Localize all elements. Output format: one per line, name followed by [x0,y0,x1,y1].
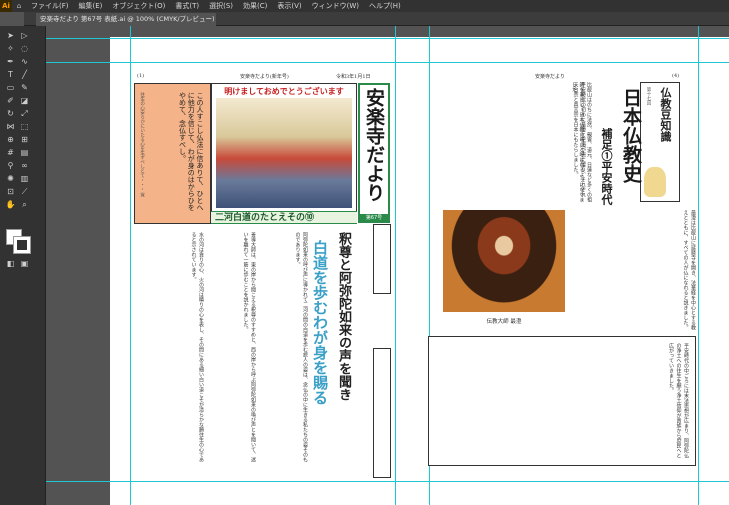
slice-tool-icon[interactable]: ⟋ [19,186,30,197]
illustrator-window: Ai ⌂ ファイル(F) 編集(E) オブジェクト(O) 書式(T) 選択(S)… [0,0,729,505]
buddhism-trivia-box[interactable]: 仏教豆知識 第十七回 [640,82,680,202]
two-rivers-painting [216,98,352,208]
menu-help[interactable]: ヘルプ(H) [364,1,406,11]
tools-panel: ➤ ▷ ✧ ◌ ✒ ∿ T ╱ ▭ ✎ ✐ ◪ ↻ ⤢ ⋈ ⬚ ⊕ ⊞ # ▤ … [0,26,46,505]
menu-bar: Ai ⌂ ファイル(F) 編集(E) オブジェクト(O) 書式(T) 選択(S)… [0,0,729,12]
section-banner: 二河白道のたとえその⑩ [211,211,357,224]
shaper-tool-icon[interactable]: ✐ [5,95,16,106]
member-box [373,348,391,478]
history-title: 日本仏教史 [620,88,642,183]
selection-tool-icon[interactable]: ➤ [5,30,16,41]
trivia-title: 仏教豆知識 [659,87,672,142]
curvature-tool-icon[interactable]: ∿ [19,56,30,67]
left-page-number: (1) [137,73,145,79]
guide-line [698,26,699,505]
width-tool-icon[interactable]: ⋈ [5,121,16,132]
masthead-box[interactable]: 安楽寺だより 第67号 [358,83,390,223]
quote-box[interactable]: この人すこし仏法に信ありて、ひとへに他力を信じて、わが身のはからひをやめて、念仏… [134,83,211,224]
screen-mode-icon[interactable]: ▣ [19,258,30,269]
zoom-tool-icon[interactable]: ⌕ [19,199,30,210]
portrait-caption: 伝教大師 最澄 [486,319,522,325]
shape-builder-tool-icon[interactable]: ⊕ [5,134,16,145]
eyedropper-tool-icon[interactable]: ⚲ [5,160,16,171]
menu-file[interactable]: ファイル(F) [26,1,74,11]
paintbrush-tool-icon[interactable]: ✎ [19,82,30,93]
left-body-column: 水の河は貪りの心、火の河は瞋りの心を表し、その間にある細い白い道こそが清らかな願… [190,232,205,462]
draw-normal-icon[interactable]: ◧ [5,258,16,269]
menu-edit[interactable]: 編集(E) [74,1,108,11]
right-body-column: 最澄は比叡山に延暦寺を開き、法華経を中心とする教えとともに、すべての人が仏になれ… [682,210,697,330]
guide-line [46,38,729,39]
eraser-tool-icon[interactable]: ◪ [19,95,30,106]
blend-tool-icon[interactable]: ∞ [19,160,30,171]
right-body-column: 比叡山はのちに法然、親鸞、道元、日蓮など多くの祖師を輩出し、日本仏教の母山と呼ば… [571,82,592,202]
hand-tool-icon[interactable]: ✋ [5,199,16,210]
bottom-article-box[interactable]: 平安時代の中ごろには末法思想が広まり、阿弥陀仏の浄土への往生を願う浄土信仰が貴族… [428,336,696,466]
perspective-grid-tool-icon[interactable]: ⊞ [19,134,30,145]
new-year-title: 明けましておめでとうございます [224,86,344,96]
scale-tool-icon[interactable]: ⤢ [19,108,30,119]
rectangle-tool-icon[interactable]: ▭ [5,82,16,93]
document-tab-bar: 安楽寺だより 第67号 表紙.ai @ 100% (CMYK/プレビュー) [24,12,729,26]
left-header-title: 安楽寺だより(新年号) [240,74,289,80]
headline-secondary: 白道を歩むわが身を賜る [311,240,329,405]
artboard-tool-icon[interactable]: ⊡ [5,186,16,197]
issue-number: 第67号 [360,214,388,221]
guide-line [395,26,396,505]
free-transform-tool-icon[interactable]: ⬚ [19,121,30,132]
graph-tool-icon[interactable]: ▥ [19,173,30,184]
history-subtitle: 補足①平安時代 [600,128,613,205]
left-header-date: 令和3年1月1日 [336,74,371,80]
home-icon[interactable]: ⌂ [12,2,26,10]
symbol-sprayer-tool-icon[interactable]: ✺ [5,173,16,184]
direct-selection-tool-icon[interactable]: ▷ [19,30,30,41]
new-year-greeting[interactable]: 明けましておめでとうございます [211,83,357,212]
gradient-tool-icon[interactable]: ▤ [19,147,30,158]
left-body-column: 善導大師は、東の岸から聞こえる釈尊のすすめと、西の岸から呼ぶ阿弥陀如来の喚び声と… [242,232,257,462]
mesh-tool-icon[interactable]: # [5,147,16,158]
right-page-number: (4) [672,73,680,79]
trivia-subtitle: 第十七回 [646,87,651,105]
magic-wand-tool-icon[interactable]: ✧ [5,43,16,54]
right-header-title: 安楽寺だより [535,74,565,80]
left-body-column: 阿弥陀如来の呼び声に導かれて二河の間の白道を歩む旅人の姿は、念仏の中に生きる私た… [294,232,309,462]
lasso-tool-icon[interactable]: ◌ [19,43,30,54]
menu-object[interactable]: オブジェクト(O) [107,1,170,11]
document-tab[interactable]: 安楽寺だより 第67号 表紙.ai @ 100% (CMYK/プレビュー) [36,13,216,26]
headline-primary: 釈尊と阿弥陀如来の声を聞き [336,232,351,401]
rotate-tool-icon[interactable]: ↻ [5,108,16,119]
guide-line [130,26,131,505]
quote-attribution: 往生の心安らかにいたる心を生ずべしとて・・・ 覚 [139,92,145,197]
guide-line [46,62,729,63]
quote-text: この人すこし仏法に信ありて、ひとへに他力を信じて、わが身のはからひをやめて、念仏… [178,92,205,211]
line-tool-icon[interactable]: ╱ [19,69,30,80]
stroke-swatch[interactable] [14,237,30,253]
guide-line [46,481,729,482]
menu-window[interactable]: ウィンドウ(W) [307,1,364,11]
buddha-illustration [644,167,666,197]
bottom-article-text: 平安時代の中ごろには末法思想が広まり、阿弥陀仏の浄土への往生を願う浄土信仰が貴族… [668,343,689,458]
menu-effect[interactable]: 効果(C) [238,1,272,11]
saicho-portrait[interactable] [443,210,565,312]
menu-view[interactable]: 表示(V) [272,1,306,11]
menu-select[interactable]: 選択(S) [204,1,238,11]
pen-tool-icon[interactable]: ✒ [5,56,16,67]
type-tool-icon[interactable]: T [5,69,16,80]
info-box [373,224,391,294]
masthead-title: 安楽寺だより [363,88,385,202]
menu-type[interactable]: 書式(T) [170,1,204,11]
app-logo: Ai [0,0,12,12]
